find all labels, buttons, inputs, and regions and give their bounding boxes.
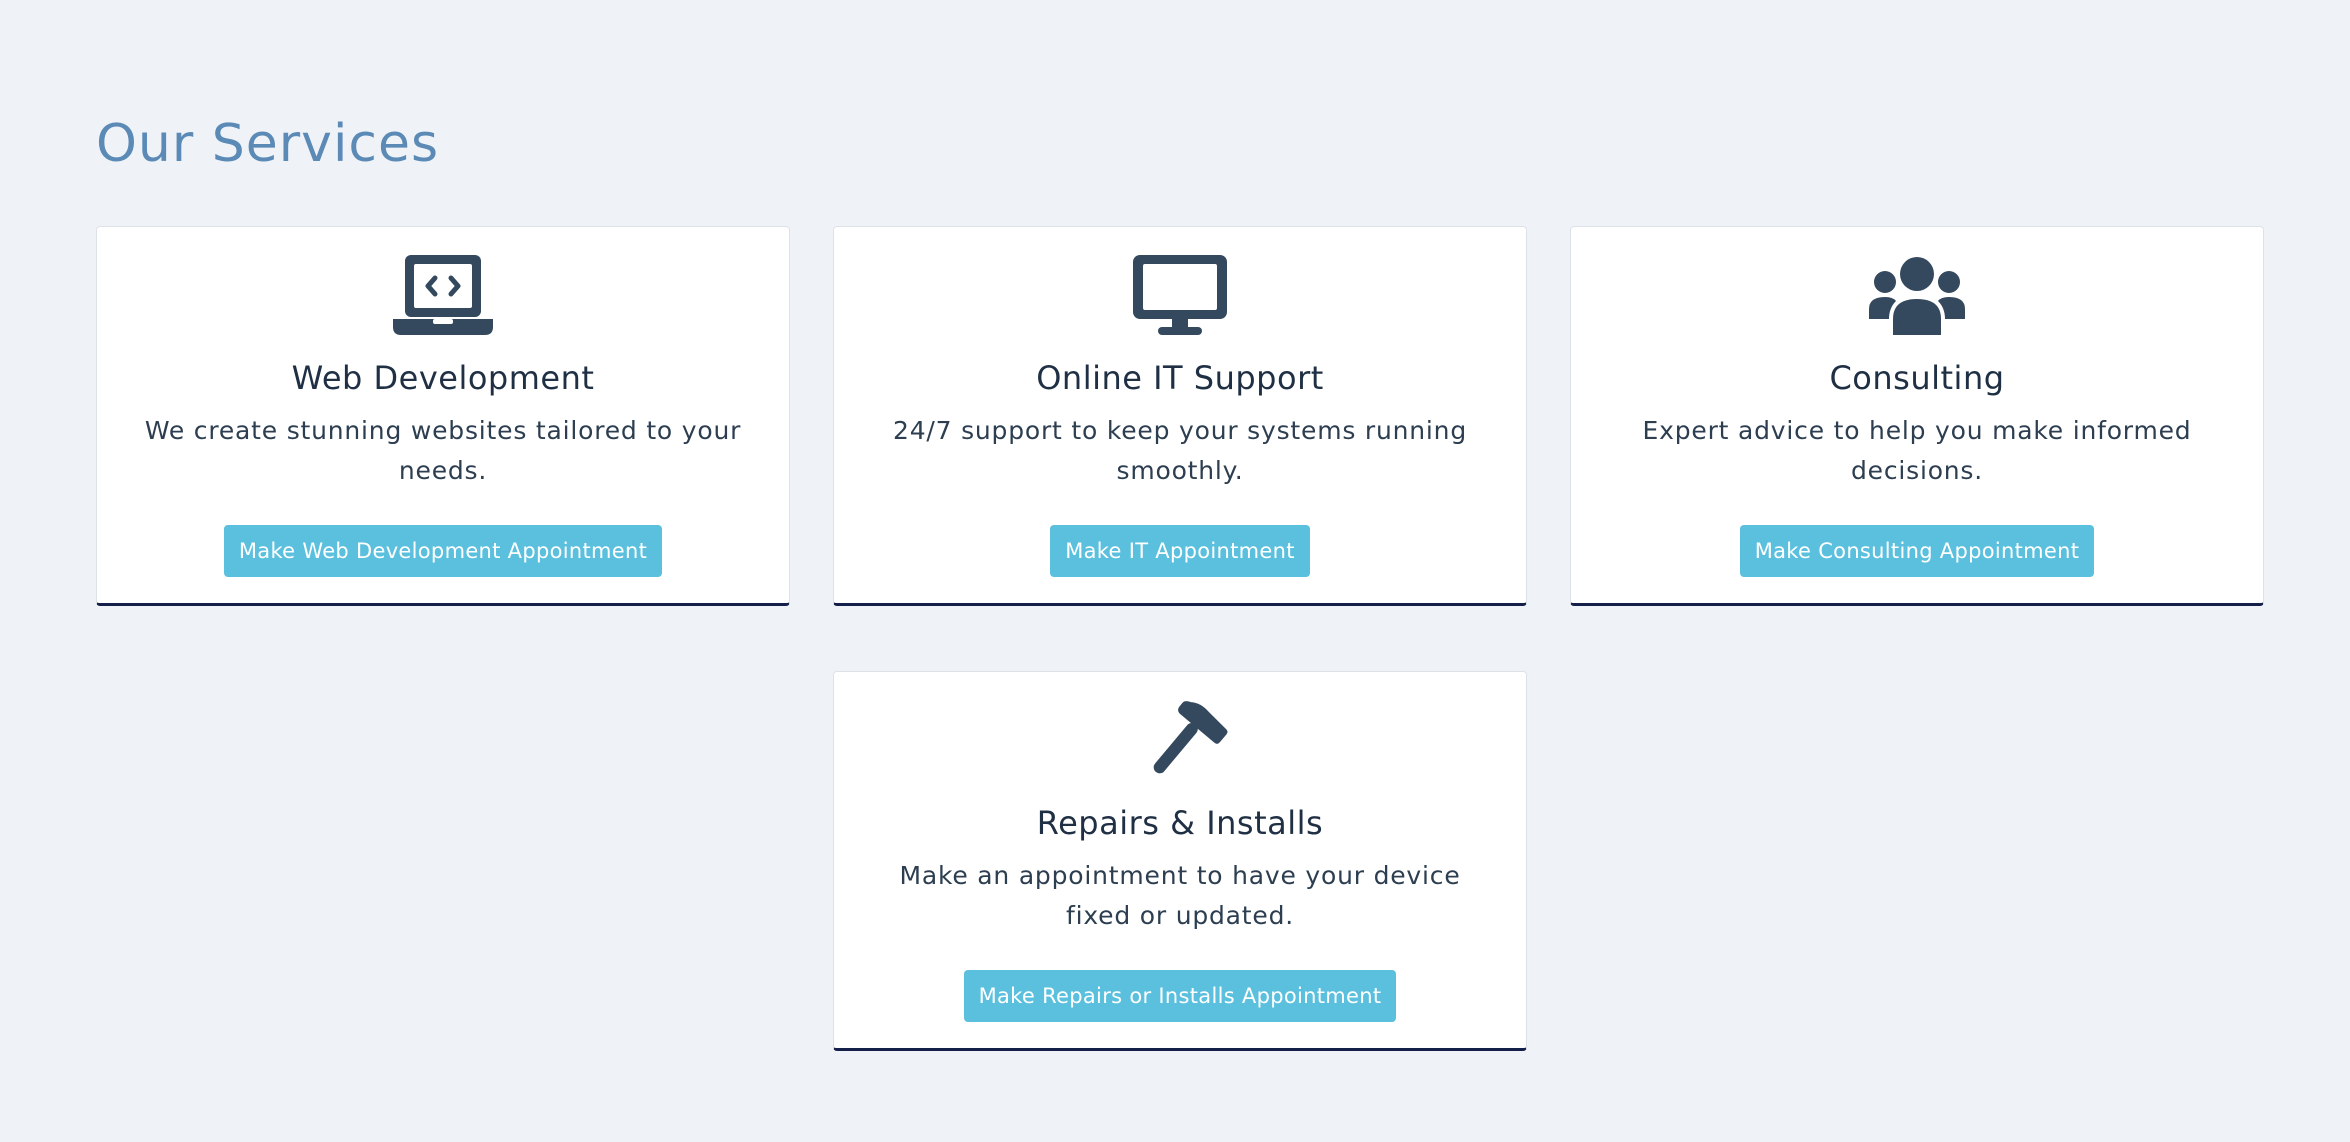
make-consulting-appointment-button[interactable]: Make Consulting Appointment xyxy=(1739,525,2095,578)
make-repairs-installs-appointment-button[interactable]: Make Repairs or Installs Appointment xyxy=(963,970,1397,1023)
hammer-icon xyxy=(1128,698,1232,782)
service-description: Expert advice to help you make informed … xyxy=(1642,416,2192,486)
service-card-repairs-installs: Repairs & Installs Make an appointment t… xyxy=(833,671,1527,1052)
users-group-icon xyxy=(1865,253,1969,337)
service-card-consulting: Consulting Expert advice to help you mak… xyxy=(1570,226,2264,607)
service-description: We create stunning websites tailored to … xyxy=(144,416,742,486)
laptop-code-icon xyxy=(391,253,495,337)
service-description: 24/7 support to keep your systems runnin… xyxy=(892,416,1467,486)
desktop-monitor-icon xyxy=(1128,253,1232,337)
service-title: Online IT Support xyxy=(1036,359,1324,397)
service-card-online-it-support: Online IT Support 24/7 support to keep y… xyxy=(833,226,1527,607)
make-it-appointment-button[interactable]: Make IT Appointment xyxy=(1050,525,1310,578)
service-title: Consulting xyxy=(1829,359,2005,397)
service-title: Repairs & Installs xyxy=(1036,804,1324,842)
service-title: Web Development xyxy=(291,359,595,397)
service-card-web-development: Web Development We create stunning websi… xyxy=(96,226,790,607)
service-description: Make an appointment to have your device … xyxy=(899,861,1461,931)
page-title: Our Services xyxy=(96,114,440,174)
make-web-development-appointment-button[interactable]: Make Web Development Appointment xyxy=(223,525,663,578)
